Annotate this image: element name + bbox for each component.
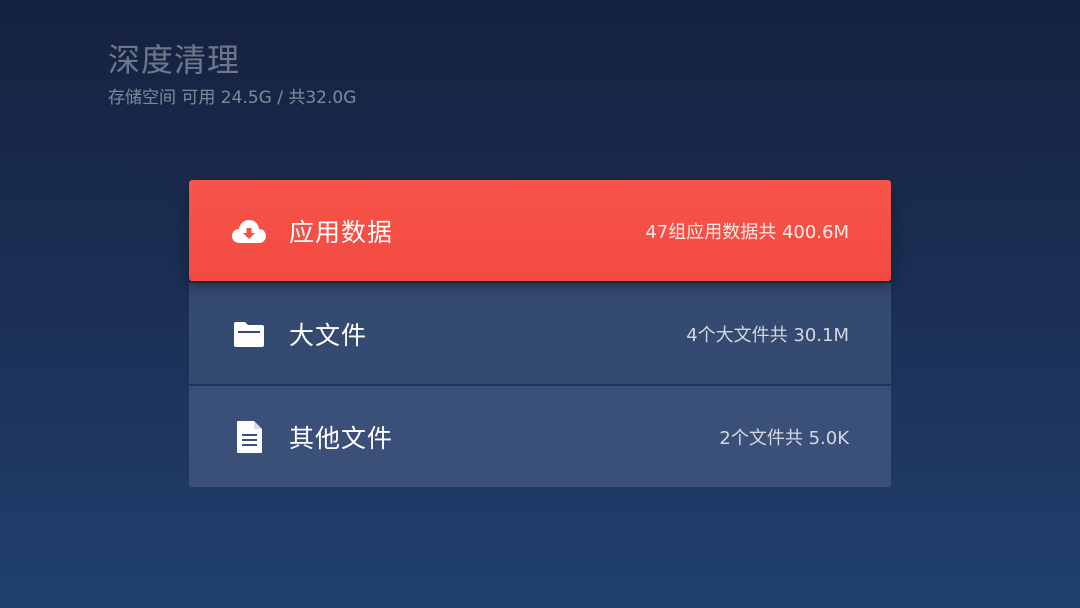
header: 深度清理 存储空间 可用 24.5G / 共32.0G bbox=[108, 38, 356, 110]
cloud-download-icon bbox=[231, 213, 267, 249]
document-icon bbox=[231, 419, 267, 455]
category-other-files[interactable]: 其他文件 2个文件共 5.0K bbox=[189, 386, 891, 487]
category-label: 应用数据 bbox=[289, 217, 394, 247]
category-label: 其他文件 bbox=[289, 423, 394, 453]
storage-info: 存储空间 可用 24.5G / 共32.0G bbox=[108, 88, 357, 108]
page-title: 深度清理 bbox=[108, 41, 241, 79]
category-detail: 47组应用数据共 400.6M bbox=[645, 221, 849, 243]
category-large-files[interactable]: 大文件 4个大文件共 30.1M bbox=[189, 283, 891, 384]
category-label: 大文件 bbox=[289, 320, 368, 350]
cleanup-category-list: 应用数据 47组应用数据共 400.6M 大文件 4个大文件共 30.1M 其他… bbox=[189, 180, 891, 487]
category-app-data[interactable]: 应用数据 47组应用数据共 400.6M bbox=[189, 180, 891, 281]
category-detail: 2个文件共 5.0K bbox=[719, 427, 849, 449]
category-detail: 4个大文件共 30.1M bbox=[686, 324, 849, 346]
folder-icon bbox=[231, 316, 267, 352]
